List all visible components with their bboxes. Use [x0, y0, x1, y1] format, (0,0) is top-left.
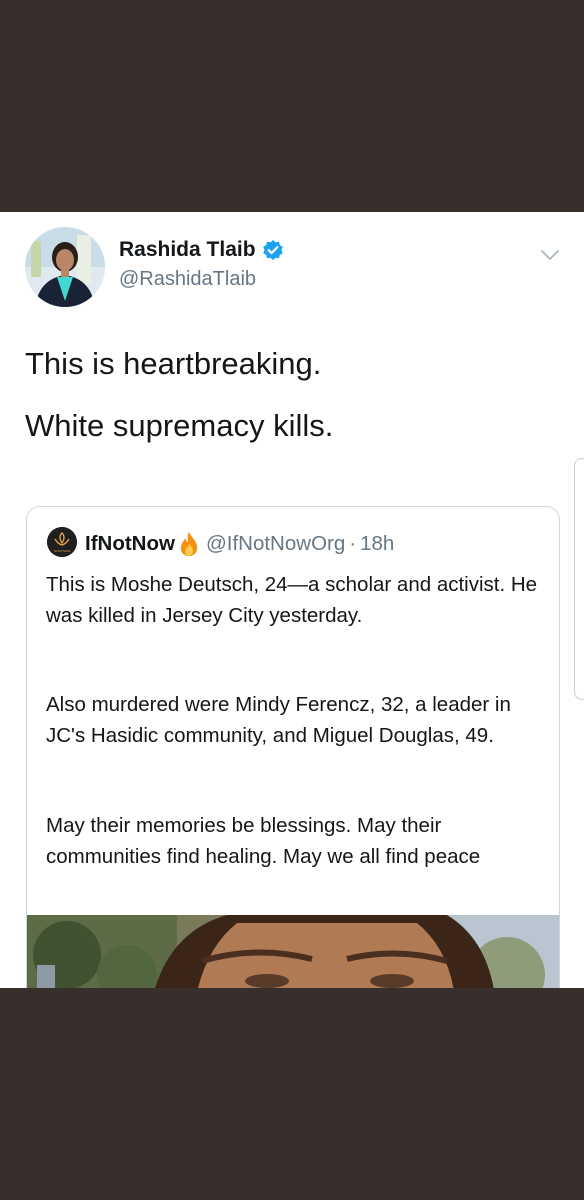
quoted-text-paragraph: May their memories be blessings. May the… — [46, 814, 481, 868]
tweet-text-line: This is heartbreaking. — [25, 346, 322, 381]
tweet-text-line: White supremacy kills. — [25, 408, 334, 443]
screenshot: Rashida Tlaib @RashidaTlaib This is hear… — [0, 0, 584, 1200]
separator-dot: · — [349, 532, 357, 555]
quoted-tweet[interactable]: IFNOTNOW IfNotNow @IfNotNowOrg · 18h Thi… — [26, 506, 560, 988]
ifnotnow-logo-icon: IFNOTNOW — [47, 527, 77, 557]
quoted-handle[interactable]: @IfNotNowOrg — [206, 532, 345, 556]
quoted-header: IfNotNow @IfNotNowOrg · 18h — [85, 529, 394, 559]
chevron-down-icon[interactable] — [539, 244, 561, 266]
quoted-text-paragraph: Also murdered were Mindy Ferencz, 32, a … — [46, 693, 511, 747]
logo-caption: IFNOTNOW — [54, 549, 70, 553]
author-handle[interactable]: @RashidaTlaib — [119, 268, 256, 291]
dark-border-bottom — [0, 988, 584, 1200]
quoted-avatar[interactable]: IFNOTNOW — [47, 527, 77, 557]
quoted-name[interactable]: IfNotNow — [85, 532, 175, 556]
verified-badge-icon — [262, 239, 284, 261]
author-name-row[interactable]: Rashida Tlaib — [119, 238, 284, 262]
author-name[interactable]: Rashida Tlaib — [119, 238, 256, 262]
portrait-image — [27, 915, 559, 988]
dark-border-top — [0, 0, 584, 212]
quoted-timestamp[interactable]: 18h — [360, 532, 394, 556]
quoted-photo[interactable] — [27, 915, 559, 988]
scroll-indicator[interactable] — [574, 458, 584, 700]
author-avatar[interactable] — [25, 227, 105, 307]
author-photo — [25, 227, 105, 307]
quoted-text-paragraph: This is Moshe Deutsch, 24—a scholar and … — [46, 573, 538, 627]
tweet-card: Rashida Tlaib @RashidaTlaib This is hear… — [0, 212, 584, 988]
fire-emoji-icon — [178, 531, 200, 557]
